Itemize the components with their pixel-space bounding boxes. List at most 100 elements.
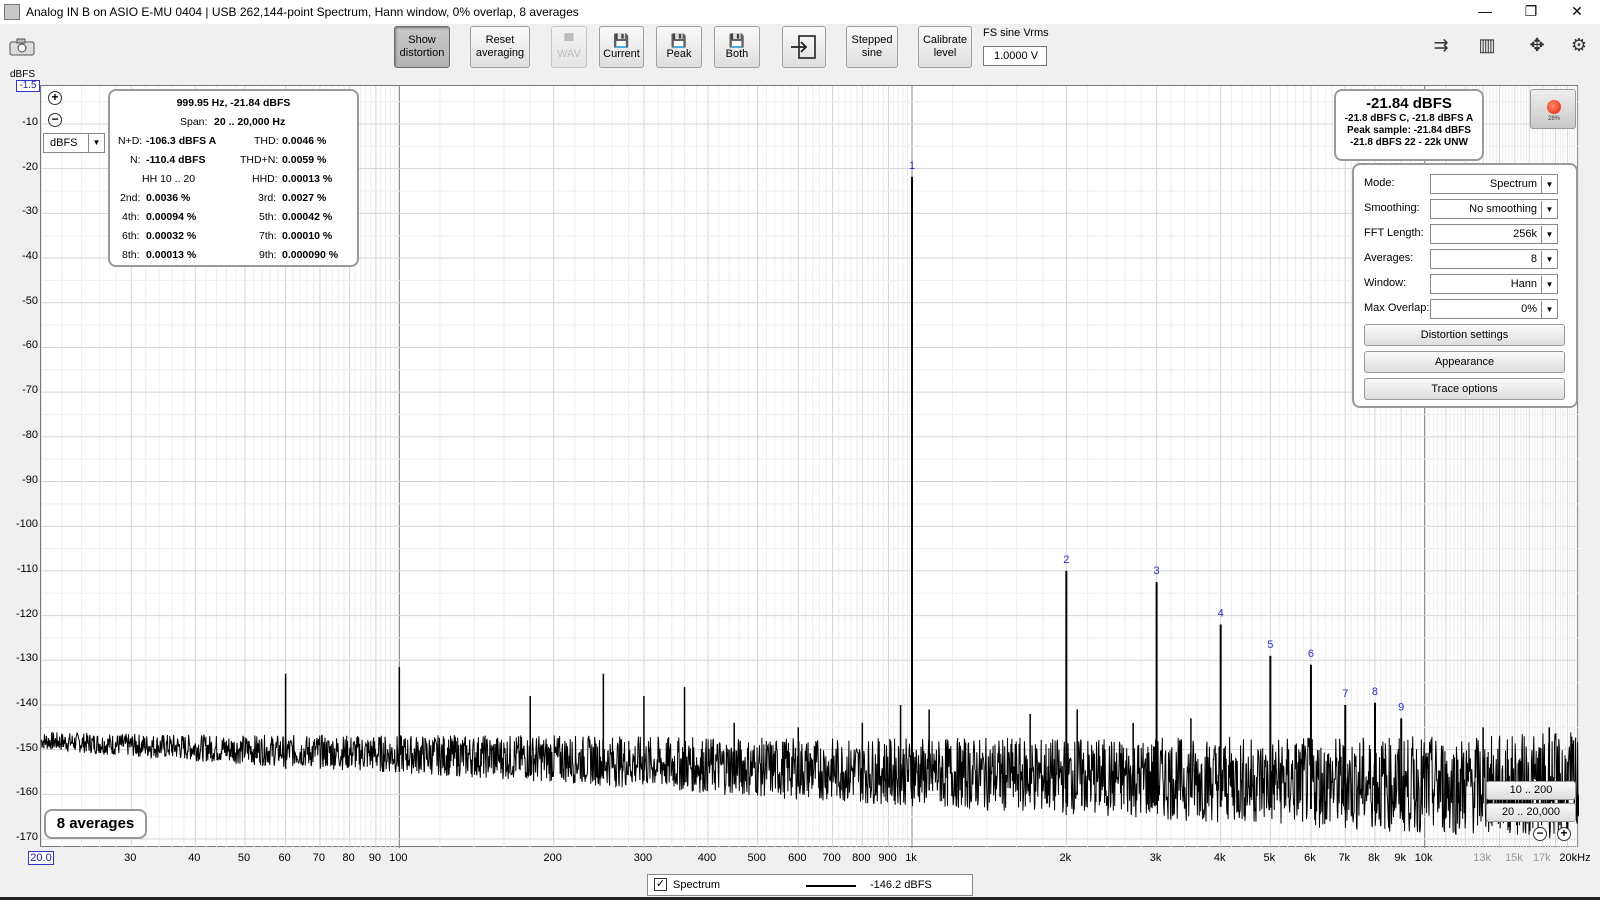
- x-tick-label: 6k: [1304, 852, 1316, 864]
- show-distortion-label-1: Show: [408, 34, 436, 46]
- thd-label: THD:: [254, 135, 279, 147]
- record-button[interactable]: 28%: [1530, 89, 1576, 129]
- fit-arrows-icon[interactable]: ✥: [1520, 32, 1554, 58]
- fs-sine-input[interactable]: 1.0000 V: [983, 46, 1047, 66]
- mode-row: Mode: Spectrum ▼: [1364, 174, 1569, 194]
- legend-value: -146.2 dBFS: [870, 879, 932, 891]
- x-left-limit-input[interactable]: 20.0: [28, 851, 54, 865]
- window-select[interactable]: Hann ▼: [1430, 274, 1558, 294]
- x-tick-label: 5k: [1263, 852, 1276, 864]
- y-tick-label: -10: [22, 115, 38, 128]
- chevron-down-icon: ▼: [1541, 276, 1557, 294]
- overlap-row: Max Overlap: 0% ▼: [1364, 299, 1569, 319]
- wav-button[interactable]: ▀ WAV: [551, 26, 587, 68]
- restore-button[interactable]: ❐: [1508, 0, 1554, 24]
- averages-row: Averages: 8 ▼: [1364, 249, 1569, 269]
- smoothing-select[interactable]: No smoothing ▼: [1430, 199, 1558, 219]
- gear-icon[interactable]: ⚙: [1562, 32, 1596, 58]
- minimize-button[interactable]: —: [1462, 0, 1508, 24]
- level-line-1: -21.8 dBFS C, -21.8 dBFS A: [1344, 113, 1474, 124]
- trace-legend[interactable]: ✓ Spectrum -146.2 dBFS: [647, 874, 973, 896]
- distortion-panel: 999.95 Hz, -21.84 dBFS Span: 20 .. 20,00…: [108, 89, 359, 267]
- harmonic-8-label: 8: [1372, 686, 1378, 698]
- mode-label: Mode:: [1364, 177, 1395, 189]
- nd-label: N+D:: [118, 135, 143, 147]
- y-tick-label: -140: [15, 696, 38, 709]
- thd-value: 0.0046 %: [282, 135, 327, 147]
- range-10-200-button[interactable]: 10 .. 200: [1486, 781, 1576, 800]
- trace-options-button[interactable]: Trace options: [1364, 378, 1565, 400]
- hh-label: HH 10 .. 20: [142, 173, 196, 185]
- save-both-button[interactable]: 💾 Both: [714, 26, 760, 68]
- peak-label: Peak: [666, 47, 692, 60]
- appearance-button[interactable]: Appearance: [1364, 351, 1565, 373]
- range-20-20000-button[interactable]: 20 .. 20,000: [1486, 803, 1576, 822]
- y-tick-label: -120: [15, 607, 38, 620]
- calibrate-level-button[interactable]: Calibrate level: [918, 26, 972, 68]
- chevron-down-icon: ▼: [1541, 176, 1557, 194]
- smoothing-label: Smoothing:: [1364, 202, 1420, 214]
- hhd-value: 0.00013 %: [282, 173, 333, 185]
- close-button[interactable]: ✕: [1554, 0, 1600, 24]
- x-tick-label: 10k: [1414, 852, 1433, 864]
- x-tick-label: 50: [237, 852, 251, 864]
- smoothing-row: Smoothing: No smoothing ▼: [1364, 199, 1569, 219]
- y-tick-label: -170: [15, 831, 38, 844]
- settings-panel: Mode: Spectrum ▼ Smoothing: No smoothing ▼…: [1352, 163, 1578, 408]
- camera-icon[interactable]: [6, 34, 38, 60]
- averages-select[interactable]: 8 ▼: [1430, 249, 1558, 269]
- zoom-in-x-icon[interactable]: +: [1557, 827, 1571, 841]
- x-tick-label: 20kHz: [1559, 852, 1591, 864]
- export-button[interactable]: [782, 26, 826, 68]
- y-top-limit-input[interactable]: -1.5: [16, 80, 40, 92]
- averages-label: Averages:: [1364, 252, 1414, 264]
- fft-label: FFT Length:: [1364, 227, 1424, 239]
- h5-label: 5th:: [259, 211, 277, 223]
- harmonic-4-label: 4: [1218, 608, 1224, 620]
- h6-label: 6th:: [122, 230, 140, 242]
- fft-select[interactable]: 256k ▼: [1430, 224, 1558, 244]
- layout-toggle-icon[interactable]: ⇉: [1424, 32, 1458, 58]
- y-tick-label: -50: [22, 294, 38, 307]
- distortion-settings-button[interactable]: Distortion settings: [1364, 324, 1565, 346]
- nd-value: -106.3 dBFS A: [146, 135, 217, 147]
- span-label: Span:: [180, 116, 208, 128]
- thdn-value: 0.0059 %: [282, 154, 327, 166]
- spectrum-checkbox[interactable]: ✓: [654, 878, 667, 891]
- h7-label: 7th:: [259, 230, 277, 242]
- harmonic-7-label: 7: [1342, 688, 1348, 700]
- x-tick-label: 800: [852, 852, 871, 864]
- x-tick-label: 90: [368, 852, 381, 864]
- x-tick-label: 400: [697, 852, 717, 864]
- y-tick-label: -90: [22, 473, 38, 486]
- y-axis-unit: dBFS: [10, 69, 36, 80]
- x-tick-label: 15k: [1505, 852, 1523, 864]
- h5-value: 0.00042 %: [282, 211, 333, 223]
- mode-select[interactable]: Spectrum ▼: [1430, 174, 1558, 194]
- stepped-sine-button[interactable]: Stepped sine: [846, 26, 898, 68]
- hhd-label: HHD:: [252, 173, 278, 185]
- show-distortion-button[interactable]: Show distortion: [394, 26, 450, 68]
- h9-value: 0.000090 %: [282, 249, 339, 261]
- reset-averaging-button[interactable]: Reset averaging: [470, 26, 530, 68]
- save-current-button[interactable]: 💾 Current: [599, 26, 644, 68]
- x-tick-label: 500: [747, 852, 766, 864]
- x-tick-label: 9k: [1394, 852, 1407, 864]
- overlap-select[interactable]: 0% ▼: [1430, 299, 1558, 319]
- unit-select[interactable]: dBFS ▼: [43, 133, 105, 153]
- legend-name: Spectrum: [673, 879, 721, 891]
- fundamental-readout: 999.95 Hz, -21.84 dBFS: [176, 97, 291, 109]
- mode-value: Spectrum: [1489, 178, 1537, 190]
- columns-icon[interactable]: ▥: [1470, 32, 1504, 58]
- zoom-in-y-icon[interactable]: +: [48, 91, 62, 105]
- h6-value: 0.00032 %: [146, 230, 197, 242]
- y-tick-label: -130: [15, 652, 38, 665]
- chevron-down-icon: ▼: [1541, 201, 1557, 219]
- x-tick-label: 900: [878, 852, 897, 864]
- zoom-out-x-icon[interactable]: −: [1533, 827, 1547, 841]
- save-peak-button[interactable]: 💾 Peak: [656, 26, 702, 68]
- x-tick-label: 13k: [1473, 852, 1491, 864]
- y-tick-label: -60: [22, 339, 38, 352]
- zoom-out-y-icon[interactable]: −: [48, 113, 62, 127]
- unit-select-value: dBFS: [50, 137, 78, 149]
